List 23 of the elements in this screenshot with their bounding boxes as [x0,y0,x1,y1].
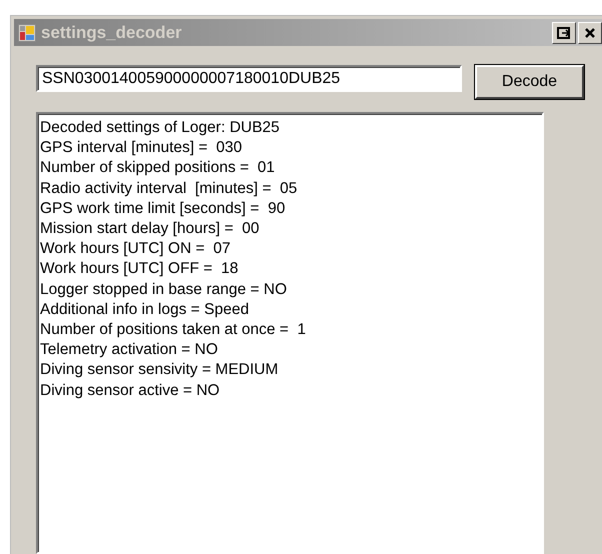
restore-icon [557,26,571,38]
output-line: Telemetry activation = NO [40,340,219,360]
window-title: settings_decoder [41,22,183,42]
decode-button[interactable]: Decode [475,65,584,99]
output-line: Number of positions taken at once = 1 [40,320,307,340]
output-line: Diving sensor sensivity = MEDIUM [40,360,280,380]
output-line: Logger stopped in base range = NO [40,280,288,300]
output-line: Mission start delay [hours] = 00 [40,219,260,240]
output-line: Radio activity interval [minutes] = 05 [40,178,298,199]
output-line: Work hours [UTC] OFF = 18 [40,259,240,280]
output-line: GPS work time limit [seconds] = 90 [40,198,286,219]
output-line: Decoded settings of Loger: DUB25 [40,118,281,138]
output-line: Work hours [UTC] ON = 07 [40,239,232,260]
output-line: Diving sensor active = NO [40,380,221,401]
app-icon [18,24,36,42]
output-box[interactable] [36,112,544,554]
close-icon [584,26,596,38]
restore-button[interactable] [552,22,576,44]
output-line: GPS interval [minutes] = 030 [40,138,244,158]
input-field[interactable]: SSN030014005900000007180010DUB25 [36,65,462,92]
output-line: Number of skipped positions = 01 [40,158,276,178]
output-line: Additional info in logs = Speed [40,300,250,320]
close-button[interactable] [578,22,602,44]
